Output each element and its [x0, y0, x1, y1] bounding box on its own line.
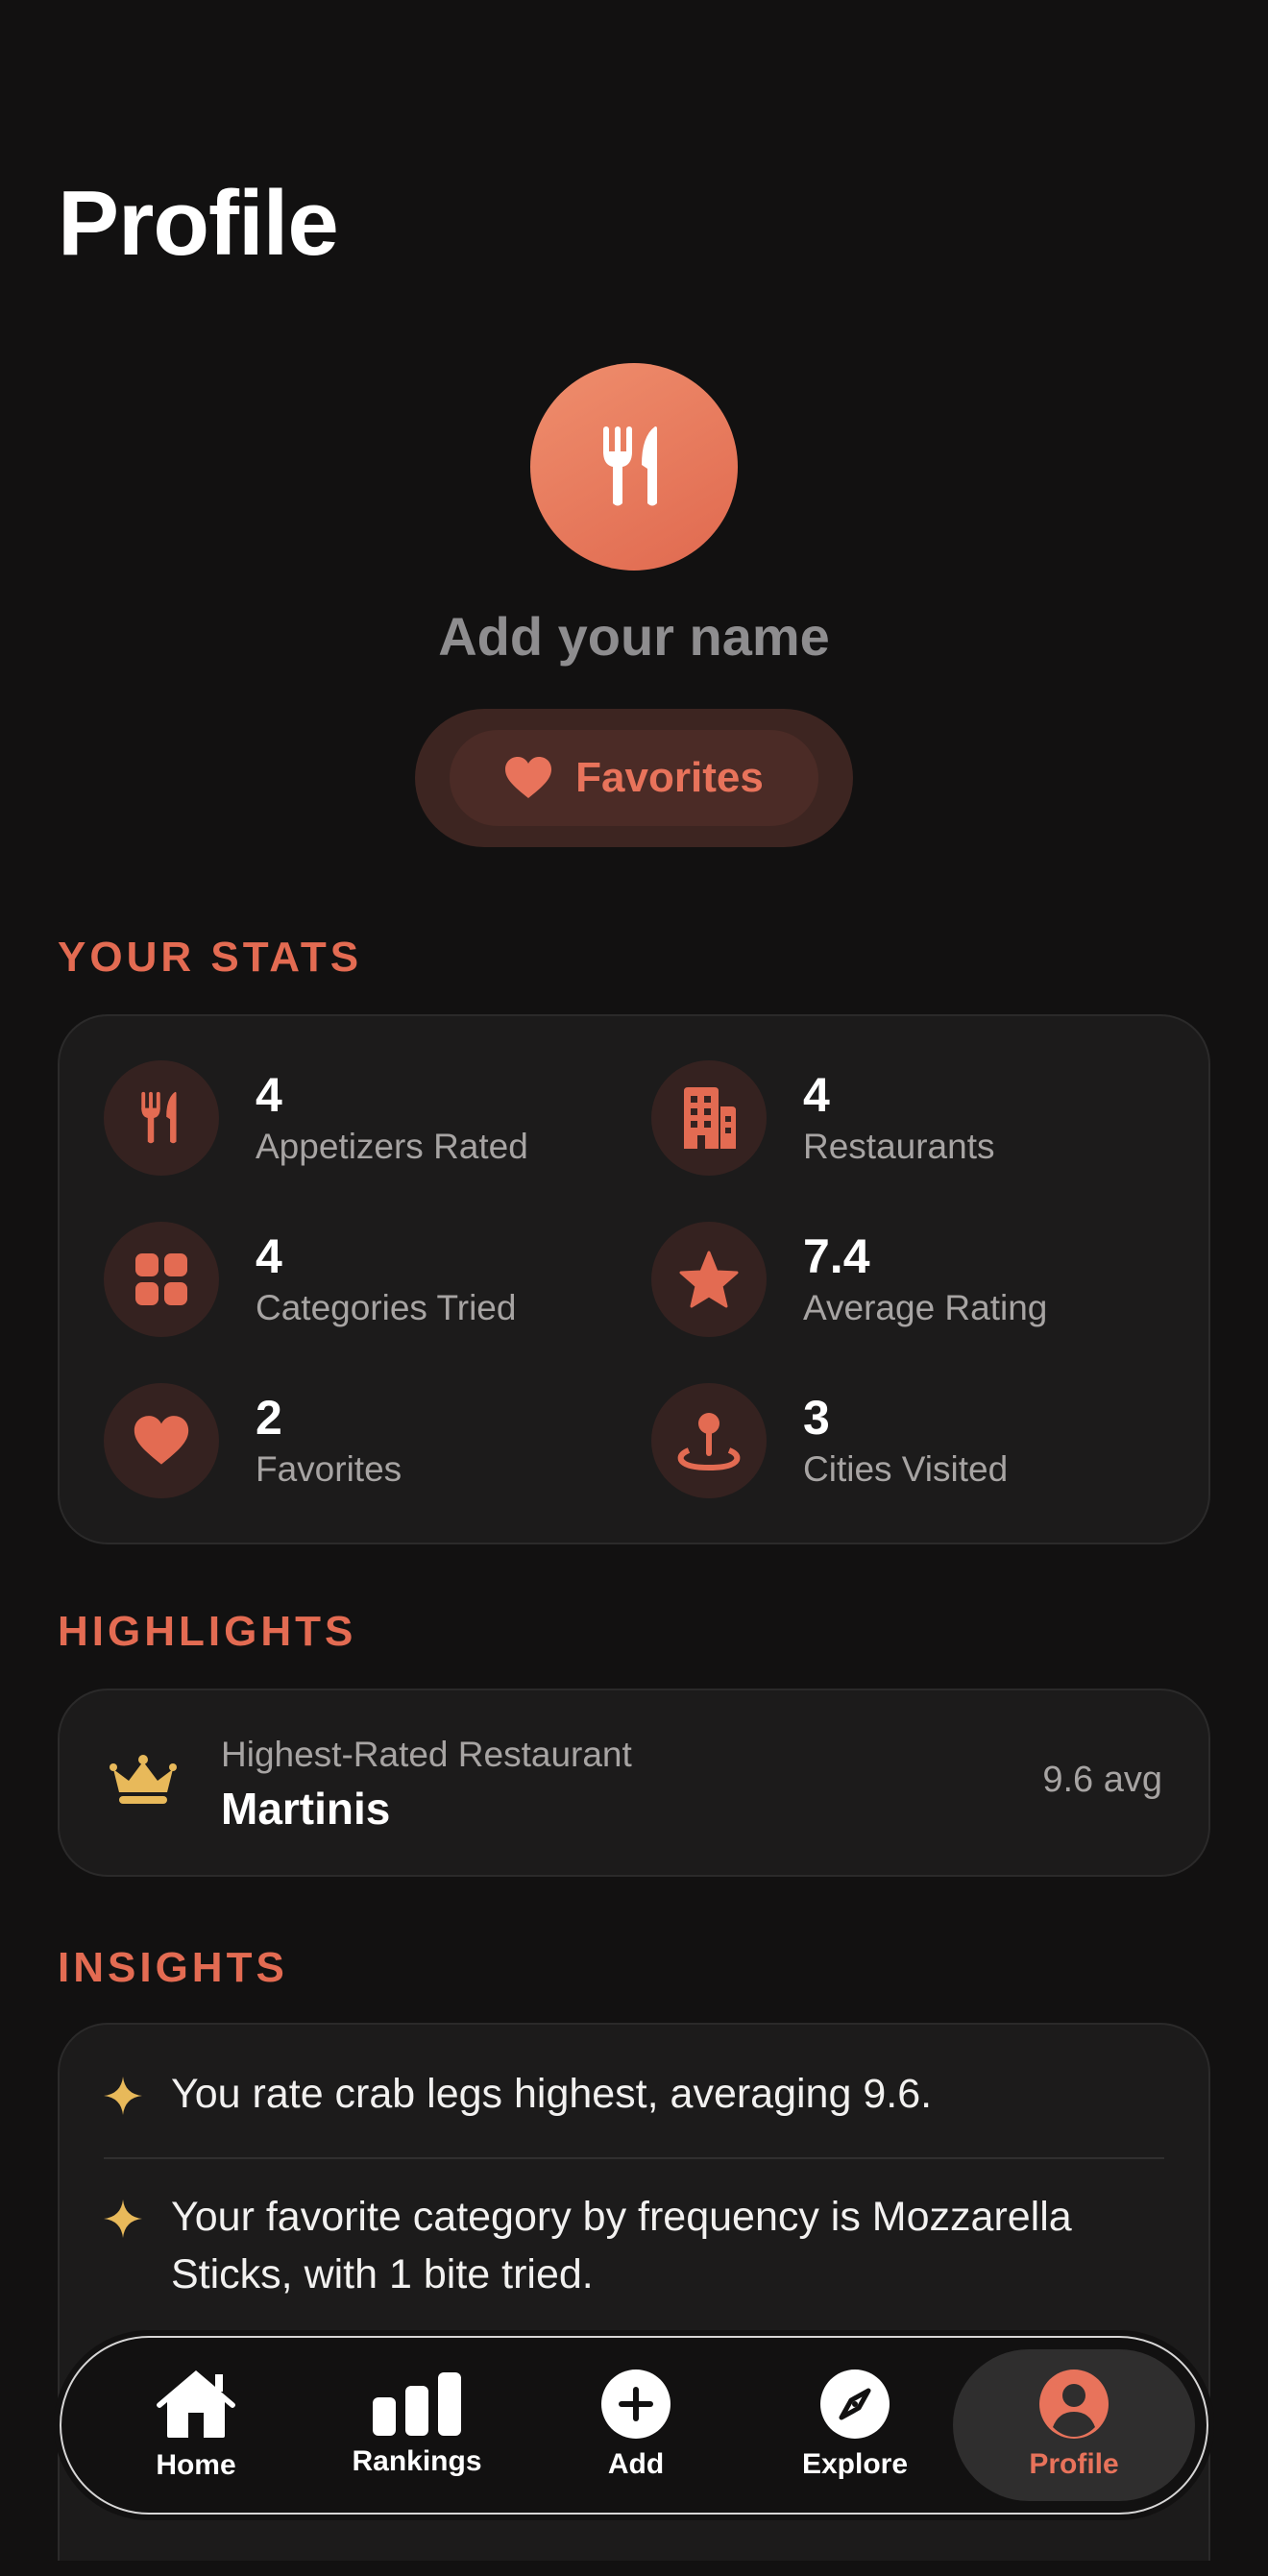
highlight-caption: Highest-Rated Restaurant: [221, 1735, 632, 1774]
stat-label: Restaurants: [803, 1127, 995, 1166]
insight-text: Your favorite category by frequency is M…: [171, 2194, 1072, 2297]
insight-item: You rate crab legs highest, averaging 9.…: [104, 2065, 1164, 2123]
tab-profile[interactable]: Profile: [953, 2349, 1195, 2501]
tab-label: Profile: [1029, 2448, 1119, 2480]
stats-heading: YOUR STATS: [58, 934, 363, 981]
building-icon: [684, 1087, 736, 1149]
tab-bar: Home Rankings Add Explore Profile: [60, 2336, 1208, 2515]
tab-rankings[interactable]: Rankings: [311, 2349, 523, 2501]
stat-appetizers-rated: 4 Appetizers Rated: [104, 1060, 528, 1176]
stat-value: 4: [256, 1229, 282, 1283]
stat-categories-tried: 4 Categories Tried: [104, 1222, 516, 1337]
tab-label: Explore: [801, 2448, 909, 2480]
stat-icon-wrap: [104, 1383, 219, 1498]
stat-icon-wrap: [651, 1383, 767, 1498]
profile-screen: Profile Add your name Favorites YOUR STA…: [0, 0, 1268, 2576]
stat-label: Appetizers Rated: [256, 1127, 528, 1166]
tab-label: Rankings: [352, 2445, 482, 2477]
tab-explore[interactable]: Explore: [749, 2349, 961, 2501]
fork-knife-icon: [603, 426, 657, 506]
insights-heading: INSIGHTS: [58, 1944, 288, 1991]
stat-value: 4: [803, 1068, 830, 1122]
star-icon: [679, 1251, 739, 1308]
stat-label: Cities Visited: [803, 1449, 1009, 1489]
insight-divider: [104, 2157, 1164, 2159]
stat-favorites: 2 Favorites: [104, 1383, 402, 1498]
stat-icon-wrap: [104, 1222, 219, 1337]
person-circle-icon: [1039, 2369, 1109, 2439]
sparkle-icon: [104, 2077, 142, 2115]
highlight-restaurant-name: Martinis: [221, 1784, 391, 1834]
heart-icon: [134, 1416, 189, 1465]
stat-cities-visited: 3 Cities Visited: [651, 1383, 1008, 1498]
tab-add[interactable]: Add: [530, 2349, 742, 2501]
heart-icon: [505, 757, 552, 798]
house-icon: [157, 2370, 235, 2438]
sparkle-icon: [104, 2199, 142, 2238]
favorites-button-label: Favorites: [575, 754, 764, 801]
name-field[interactable]: Add your name: [0, 605, 1268, 668]
stat-value: 2: [256, 1391, 282, 1445]
insight-text: You rate crab legs highest, averaging 9.…: [171, 2071, 933, 2117]
tab-label: Add: [607, 2448, 665, 2480]
stat-label: Average Rating: [803, 1288, 1048, 1327]
stat-restaurants: 4 Restaurants: [651, 1060, 995, 1176]
stat-value: 3: [803, 1391, 830, 1445]
insight-item: Your favorite category by frequency is M…: [104, 2188, 1164, 2303]
favorites-button-inner: Favorites: [450, 730, 818, 826]
stat-label: Favorites: [256, 1449, 402, 1489]
highlight-score: 9.6 avg: [1042, 1760, 1162, 1800]
stat-value: 4: [256, 1068, 282, 1122]
highlights-heading: HIGHLIGHTS: [58, 1608, 357, 1655]
compass-icon: [820, 2369, 890, 2439]
favorites-button[interactable]: Favorites: [415, 709, 853, 847]
map-pin-icon: [677, 1413, 741, 1471]
stat-label: Categories Tried: [256, 1288, 517, 1327]
stat-icon-wrap: [651, 1060, 767, 1176]
page-title: Profile: [58, 172, 339, 275]
tab-label: Home: [156, 2449, 236, 2481]
crown-icon: [110, 1755, 177, 1804]
tab-home[interactable]: Home: [90, 2349, 302, 2501]
avatar[interactable]: [530, 363, 738, 571]
highest-rated-restaurant-card[interactable]: Highest-Rated Restaurant Martinis 9.6 av…: [58, 1689, 1210, 1877]
plus-circle-icon: [601, 2369, 671, 2439]
stat-average-rating: 7.4 Average Rating: [651, 1222, 1047, 1337]
grid-icon: [135, 1253, 187, 1305]
stats-card: 4 Appetizers Rated 4 Restaurants 4 Categ…: [58, 1014, 1210, 1544]
bar-chart-icon: [373, 2372, 461, 2436]
stat-icon-wrap: [104, 1060, 219, 1176]
fork-knife-icon: [141, 1091, 177, 1144]
stat-value: 7.4: [803, 1229, 870, 1283]
stat-icon-wrap: [651, 1222, 767, 1337]
